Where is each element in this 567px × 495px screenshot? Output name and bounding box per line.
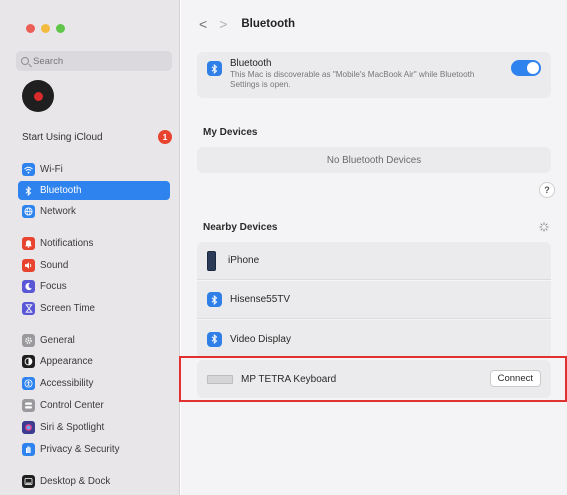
icloud-label: Start Using iCloud xyxy=(22,131,103,143)
sidebar-item-label: Wi-Fi xyxy=(40,164,63,175)
sidebar-item-control-center[interactable]: Control Center xyxy=(18,396,170,415)
device-row-video-display[interactable]: Video Display xyxy=(197,320,551,358)
sidebar-item-notifications[interactable]: Notifications xyxy=(18,234,170,253)
device-name: Video Display xyxy=(230,333,291,345)
highlight-box xyxy=(179,356,567,402)
sidebar-item-label: Control Center xyxy=(40,400,104,411)
sidebar-item-siri-spotlight[interactable]: Siri & Spotlight xyxy=(18,418,170,437)
icloud-sign-in-item[interactable]: Start Using iCloud 1 xyxy=(22,128,172,146)
iphone-icon xyxy=(207,250,216,271)
sidebar-item-label: Bluetooth xyxy=(40,185,82,196)
bluetooth-toggle[interactable] xyxy=(511,60,541,76)
no-devices-message: No Bluetooth Devices xyxy=(197,147,551,173)
minimize-window-button[interactable] xyxy=(41,24,50,33)
sidebar-item-screen-time[interactable]: Screen Time xyxy=(18,299,170,318)
dock-icon xyxy=(22,475,35,488)
sidebar-item-general[interactable]: General xyxy=(18,331,170,350)
avatar[interactable] xyxy=(22,80,54,112)
bluetooth-icon xyxy=(207,61,222,76)
toolbar: < > Bluetooth xyxy=(181,0,567,48)
sidebar: Start Using iCloud 1 Wi-Fi Bluetooth Net… xyxy=(0,0,180,495)
sidebar-item-desktop-dock[interactable]: Desktop & Dock xyxy=(18,472,170,491)
bluetooth-text: Bluetooth This Mac is discoverable as "M… xyxy=(230,58,485,90)
bluetooth-label: Bluetooth xyxy=(230,58,272,69)
sidebar-item-bluetooth[interactable]: Bluetooth xyxy=(18,181,170,200)
hand-icon xyxy=(22,443,35,456)
sidebar-item-label: Sound xyxy=(40,260,69,271)
wifi-icon xyxy=(22,163,35,176)
globe-icon xyxy=(22,205,35,218)
appearance-icon xyxy=(22,355,35,368)
hourglass-icon xyxy=(22,302,35,315)
sidebar-item-label: General xyxy=(40,335,75,346)
accessibility-icon xyxy=(22,377,35,390)
window-controls xyxy=(26,24,65,33)
bluetooth-icon xyxy=(22,184,35,197)
sidebar-item-network[interactable]: Network xyxy=(18,202,170,221)
search-field[interactable] xyxy=(16,51,172,71)
sidebar-item-accessibility[interactable]: Accessibility xyxy=(18,374,170,393)
siri-icon xyxy=(22,421,35,434)
sidebar-item-focus[interactable]: Focus xyxy=(18,277,170,296)
sidebar-item-label: Appearance xyxy=(40,356,93,367)
sidebar-item-label: Siri & Spotlight xyxy=(40,422,105,433)
sidebar-item-label: Desktop & Dock xyxy=(40,476,111,487)
bluetooth-icon xyxy=(207,331,222,347)
sidebar-item-label: Accessibility xyxy=(40,378,94,389)
device-row-hisense55tv[interactable]: Hisense55TV xyxy=(197,281,551,319)
main-content: < > Bluetooth Bluetooth This Mac is disc… xyxy=(181,0,567,495)
device-name: Hisense55TV xyxy=(230,294,291,305)
sidebar-item-privacy-security[interactable]: Privacy & Security xyxy=(18,440,170,459)
moon-icon xyxy=(22,280,35,293)
control-center-icon xyxy=(22,399,35,412)
page-title: Bluetooth xyxy=(241,18,296,30)
bluetooth-description: This Mac is discoverable as "Mobile's Ma… xyxy=(230,70,475,89)
help-button[interactable]: ? xyxy=(539,182,555,198)
sidebar-item-label: Privacy & Security xyxy=(40,444,120,455)
forward-button[interactable]: > xyxy=(219,16,227,32)
search-icon xyxy=(21,57,29,65)
speaker-icon xyxy=(22,259,35,272)
bell-icon xyxy=(22,237,35,250)
device-name: iPhone xyxy=(228,255,260,266)
device-row-iphone[interactable]: iPhone xyxy=(197,242,551,280)
sidebar-item-label: Network xyxy=(40,206,76,217)
my-devices-title: My Devices xyxy=(203,127,258,138)
sidebar-item-wifi[interactable]: Wi-Fi xyxy=(18,160,170,179)
nearby-devices-title: Nearby Devices xyxy=(203,222,278,233)
bluetooth-icon xyxy=(207,292,222,307)
sidebar-item-label: Focus xyxy=(40,281,67,292)
sidebar-item-label: Screen Time xyxy=(40,303,95,314)
sidebar-item-appearance[interactable]: Appearance xyxy=(18,352,170,371)
bluetooth-toggle-card: Bluetooth This Mac is discoverable as "M… xyxy=(197,52,551,98)
gear-icon xyxy=(22,334,35,347)
zoom-window-button[interactable] xyxy=(56,24,65,33)
search-input[interactable] xyxy=(33,55,153,67)
sidebar-item-sound[interactable]: Sound xyxy=(18,256,170,275)
sidebar-item-label: Notifications xyxy=(40,238,94,249)
back-button[interactable]: < xyxy=(199,16,207,32)
notification-badge: 1 xyxy=(158,130,172,144)
loading-spinner-icon xyxy=(539,222,549,232)
close-window-button[interactable] xyxy=(26,24,35,33)
